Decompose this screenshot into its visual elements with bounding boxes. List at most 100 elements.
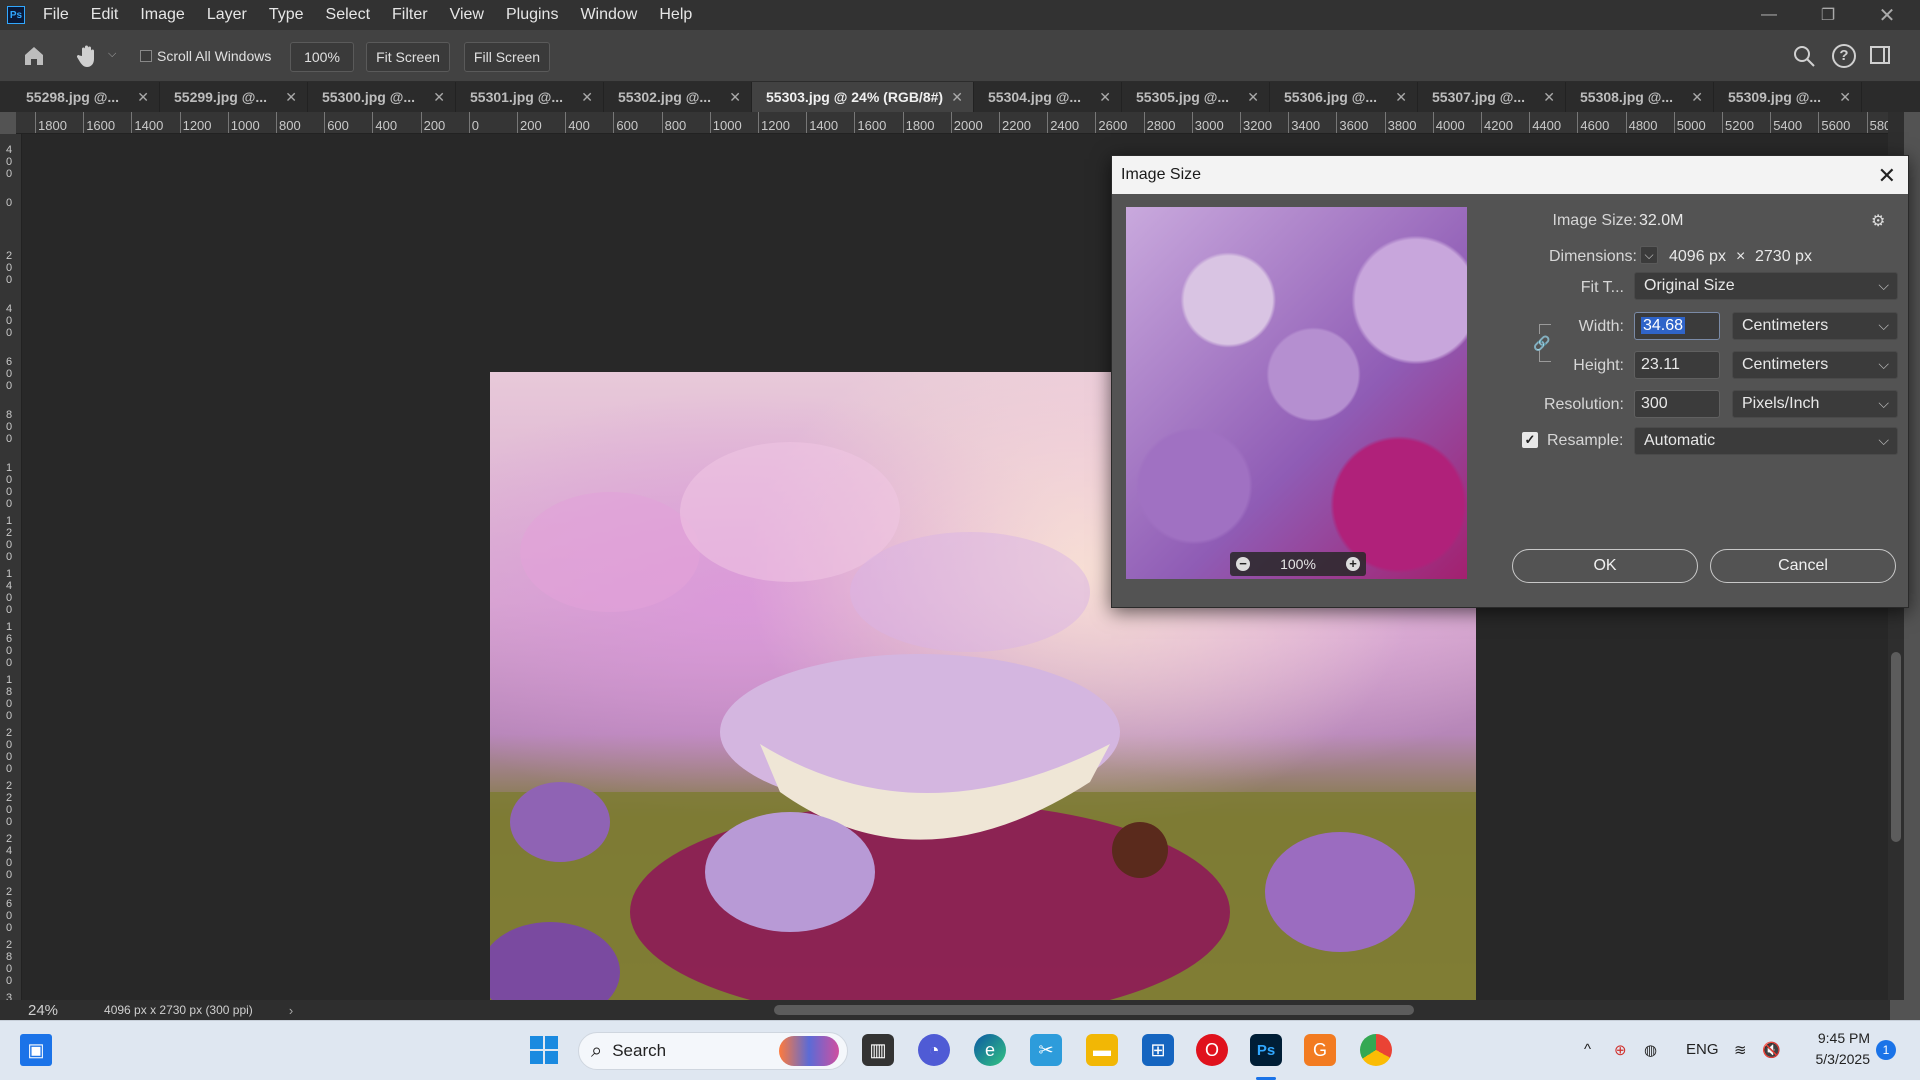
height-label: Height:: [1573, 357, 1624, 374]
link-chain-icon[interactable]: 🔗: [1533, 335, 1550, 352]
tool-preset-chevron-icon[interactable]: ⌵: [108, 48, 116, 61]
doc-tab[interactable]: 55305.jpg @... ✕: [1122, 82, 1270, 112]
width-input[interactable]: 34.68: [1634, 312, 1720, 340]
microsoft-store-icon[interactable]: ⊞: [1142, 1034, 1174, 1066]
tab-close-icon[interactable]: ✕: [1691, 89, 1703, 106]
tab-close-icon[interactable]: ✕: [729, 89, 741, 106]
menu-filter[interactable]: Filter: [392, 6, 428, 24]
menu-type[interactable]: Type: [269, 6, 304, 24]
menu-plugins[interactable]: Plugins: [506, 6, 558, 24]
taskbar-search[interactable]: ⌕ Search: [578, 1032, 848, 1070]
photoshop-taskbar-icon[interactable]: Ps: [1250, 1034, 1282, 1066]
ok-button[interactable]: OK: [1512, 549, 1698, 583]
tab-close-icon[interactable]: ✕: [1395, 89, 1407, 106]
dialog-titlebar[interactable]: Image Size ✕: [1112, 156, 1908, 194]
notification-badge[interactable]: 1: [1876, 1040, 1896, 1060]
home-icon[interactable]: [22, 44, 46, 68]
resample-select[interactable]: Automatic ⌵: [1634, 427, 1898, 455]
dimensions-units-chevron-icon[interactable]: ⌵: [1640, 246, 1658, 264]
resolution-input[interactable]: 300: [1634, 390, 1720, 418]
doc-tab[interactable]: 55301.jpg @... ✕: [456, 82, 604, 112]
vertical-scroll-thumb[interactable]: [1891, 652, 1901, 842]
close-icon[interactable]: ✕: [1878, 163, 1896, 189]
tab-close-icon[interactable]: ✕: [1543, 89, 1555, 106]
doc-tab[interactable]: 55304.jpg @... ✕: [974, 82, 1122, 112]
minimize-icon[interactable]: —: [1746, 0, 1792, 30]
opera-browser-icon[interactable]: O: [1196, 1034, 1228, 1066]
fill-screen-button[interactable]: Fill Screen: [464, 42, 550, 72]
doc-tab[interactable]: 55300.jpg @... ✕: [308, 82, 456, 112]
height-input[interactable]: 23.11: [1634, 351, 1720, 379]
doc-tab[interactable]: 55309.jpg @... ✕: [1714, 82, 1862, 112]
doc-tab-active[interactable]: 55303.jpg @ 24% (RGB/8#) ✕: [752, 82, 974, 112]
help-icon[interactable]: ?: [1832, 44, 1856, 68]
doc-tab[interactable]: 55306.jpg @... ✕: [1270, 82, 1418, 112]
horizontal-scrollbar[interactable]: [310, 1000, 1890, 1020]
menu-image[interactable]: Image: [140, 6, 184, 24]
fit-screen-button[interactable]: Fit Screen: [366, 42, 450, 72]
menu-select[interactable]: Select: [326, 6, 370, 24]
status-zoom[interactable]: 24%: [28, 1002, 58, 1019]
workspace-icon[interactable]: [1870, 46, 1890, 64]
file-explorer-icon[interactable]: ▬: [1086, 1034, 1118, 1066]
hand-tool-icon[interactable]: [76, 43, 100, 69]
doc-tab-label: 55307.jpg @...: [1432, 89, 1526, 105]
wifi-icon[interactable]: ≋: [1734, 1041, 1747, 1059]
menu-file[interactable]: File: [43, 6, 69, 24]
tab-close-icon[interactable]: ✕: [137, 89, 149, 106]
resample-checkbox[interactable]: ✓: [1522, 432, 1538, 448]
resolution-unit-select[interactable]: Pixels/Inch ⌵: [1732, 390, 1898, 418]
horizontal-ruler[interactable]: 1800 1600 1400 1200 1000 800 600 400 200 0 200 400 6…: [16, 112, 1904, 134]
clock-date[interactable]: 5/3/2025: [1806, 1051, 1871, 1067]
doc-tab[interactable]: 55302.jpg @... ✕: [604, 82, 752, 112]
menu-window[interactable]: Window: [580, 6, 637, 24]
widgets-icon[interactable]: ▣: [20, 1034, 52, 1066]
doc-tab[interactable]: 55298.jpg @... ✕: [12, 82, 160, 112]
vertical-ruler[interactable]: 400 0 200 400 600 800 1000 1200 1400 1600 1800 2000…: [0, 134, 22, 1000]
start-icon[interactable]: [528, 1034, 560, 1066]
image-preview[interactable]: − 100% +: [1126, 207, 1467, 579]
zoom-out-icon[interactable]: −: [1236, 557, 1250, 571]
tab-close-icon[interactable]: ✕: [1099, 89, 1111, 106]
doc-tab[interactable]: 55308.jpg @... ✕: [1566, 82, 1714, 112]
scroll-all-windows-checkbox[interactable]: [140, 50, 152, 62]
width-unit-select[interactable]: Centimeters ⌵: [1732, 312, 1898, 340]
window-close-icon[interactable]: ✕: [1864, 0, 1910, 30]
fit-to-select[interactable]: Original Size ⌵: [1634, 272, 1898, 300]
tab-close-icon[interactable]: ✕: [951, 89, 963, 106]
speaker-muted-icon[interactable]: 🔇: [1762, 1041, 1781, 1059]
tab-close-icon[interactable]: ✕: [581, 89, 593, 106]
tab-close-icon[interactable]: ✕: [433, 89, 445, 106]
teams-chat-icon[interactable]: ◔: [918, 1034, 950, 1066]
horizontal-scroll-thumb[interactable]: [774, 1005, 1414, 1015]
clock-time[interactable]: 9:45 PM: [1806, 1030, 1870, 1046]
doc-tab[interactable]: 55307.jpg @... ✕: [1418, 82, 1566, 112]
doc-tab[interactable]: 55299.jpg @... ✕: [160, 82, 308, 112]
zoom-100-button[interactable]: 100%: [290, 42, 354, 72]
edge-browser-icon[interactable]: e: [974, 1034, 1006, 1066]
search-icon[interactable]: [1792, 44, 1816, 68]
tab-close-icon[interactable]: ✕: [1247, 89, 1259, 106]
status-arrow-icon[interactable]: ›: [289, 1003, 293, 1018]
vpn-tray-icon[interactable]: ⊕: [1614, 1041, 1627, 1059]
settings-gear-icon[interactable]: ⚙: [1871, 211, 1885, 231]
restore-icon[interactable]: ❐: [1805, 0, 1851, 30]
cancel-button[interactable]: Cancel: [1710, 549, 1896, 583]
menu-edit[interactable]: Edit: [91, 6, 119, 24]
zoom-in-icon[interactable]: +: [1346, 557, 1360, 571]
show-hidden-icons-chevron-icon[interactable]: ^: [1584, 1041, 1591, 1058]
menu-view[interactable]: View: [450, 6, 484, 24]
language-indicator[interactable]: ENG: [1686, 1041, 1719, 1058]
tab-close-icon[interactable]: ✕: [1839, 89, 1851, 106]
chrome-browser-icon[interactable]: [1360, 1034, 1392, 1066]
height-unit-select[interactable]: Centimeters ⌵: [1732, 351, 1898, 379]
task-view-icon[interactable]: ▥: [862, 1034, 894, 1066]
menu-help[interactable]: Help: [659, 6, 692, 24]
snipping-tool-icon[interactable]: ✂: [1030, 1034, 1062, 1066]
tab-close-icon[interactable]: ✕: [285, 89, 297, 106]
grammarly-icon[interactable]: G: [1304, 1034, 1336, 1066]
network-globe-icon[interactable]: ◍: [1644, 1041, 1657, 1059]
menu-layer[interactable]: Layer: [207, 6, 247, 24]
fit-to-value: Original Size: [1644, 277, 1735, 294]
dialog-title: Image Size: [1121, 166, 1202, 183]
